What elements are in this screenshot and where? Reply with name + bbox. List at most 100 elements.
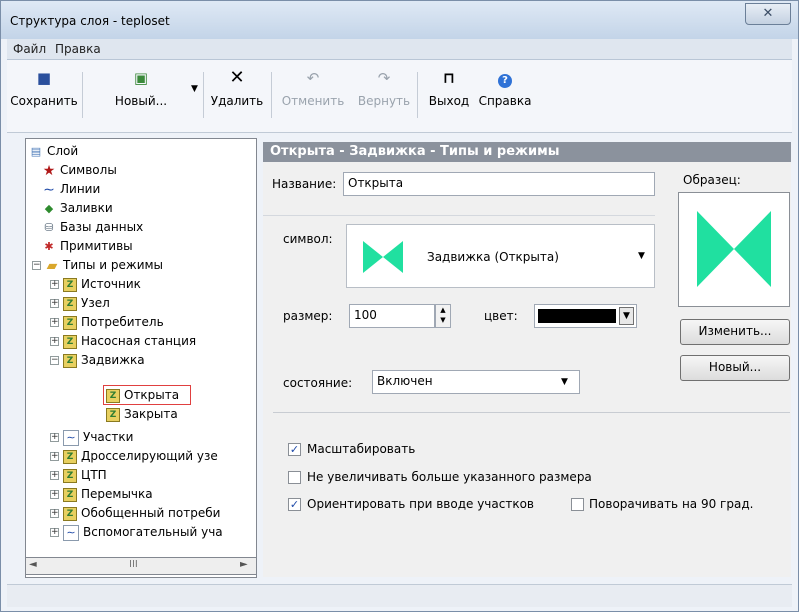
size-label: размер:: [283, 309, 333, 323]
tree-item-auxiliary-section[interactable]: + ∼ Вспомогательный уча: [50, 523, 223, 542]
new-button[interactable]: ▣ Новый... ▼: [85, 68, 198, 108]
valve-symbol-icon: [363, 241, 403, 273]
tree-item-fills[interactable]: ◆ Заливки: [42, 199, 113, 218]
toolbar-separator: [82, 72, 83, 118]
color-picker[interactable]: ▼: [534, 304, 637, 328]
collapse-icon[interactable]: −: [50, 356, 59, 365]
tree-item-layer[interactable]: ▤ Слой: [29, 142, 78, 161]
tree-item-jumper[interactable]: + Z Перемычка: [50, 485, 153, 504]
expand-icon[interactable]: +: [50, 528, 59, 537]
sections-line-icon: ∼: [63, 524, 79, 541]
primitives-icon: ✱: [44, 239, 54, 253]
sample-label: Образец:: [683, 173, 741, 187]
collapse-icon[interactable]: −: [32, 261, 41, 270]
expand-icon[interactable]: +: [50, 490, 59, 499]
tree-item-throttle-node[interactable]: + Z Дросселирующий узе: [50, 447, 218, 466]
undo-button[interactable]: ↶ Отменить: [275, 68, 351, 108]
tree-item-consumer[interactable]: + Z Потребитель: [50, 313, 164, 332]
tree-item-lines[interactable]: ∼ Линии: [42, 180, 100, 199]
state-select[interactable]: Включен ▼: [372, 370, 580, 394]
size-spinner[interactable]: 100: [349, 304, 435, 328]
delete-x-icon: ✕: [229, 67, 245, 88]
exit-door-icon: ⊓: [443, 69, 455, 87]
expand-icon[interactable]: +: [50, 318, 59, 327]
expand-icon[interactable]: +: [50, 299, 59, 308]
symbol-selector[interactable]: Задвижка (Открыта) ▼: [346, 224, 655, 288]
delete-label: Удалить: [210, 94, 264, 108]
tree-item-closed[interactable]: Z Закрыта: [106, 405, 178, 424]
state-label: состояние:: [283, 376, 353, 390]
new-label: Новый...: [114, 94, 168, 108]
type-z-icon: Z: [63, 506, 77, 521]
expand-icon[interactable]: +: [50, 337, 59, 346]
tree-item-databases[interactable]: ⛁ Базы данных: [42, 218, 143, 237]
valve-sample-icon: [697, 211, 771, 287]
scroll-grip[interactable]: III: [129, 559, 138, 570]
new-dropdown-arrow-icon[interactable]: ▼: [191, 84, 198, 94]
exit-label: Выход: [428, 94, 470, 108]
orient-checkbox[interactable]: ✓: [288, 498, 301, 511]
properties-panel: Название: Открыта Образец: символ: Задви…: [263, 162, 791, 577]
expand-icon[interactable]: +: [50, 433, 59, 442]
tree-item-types-modes[interactable]: − ▰ Типы и режимы: [32, 256, 163, 275]
expand-icon[interactable]: +: [50, 471, 59, 480]
name-field[interactable]: Открыта: [343, 172, 655, 196]
delete-button[interactable]: ✕ Удалить: [207, 67, 267, 109]
selection-highlight: [103, 385, 191, 405]
fill-leaf-icon: ◆: [44, 201, 54, 215]
no-enlarge-checkbox[interactable]: [288, 471, 301, 484]
exit-button[interactable]: ⊓ Выход: [419, 68, 479, 108]
chevron-down-icon[interactable]: ▼: [619, 307, 634, 325]
tree-horizontal-scrollbar[interactable]: ◄ III ►: [25, 557, 257, 575]
undo-icon: ↶: [306, 69, 320, 87]
new-sample-button[interactable]: Новый...: [680, 355, 790, 381]
type-z-icon: Z: [63, 487, 77, 502]
divider: [263, 215, 655, 216]
tree-item-symbols[interactable]: ★ Символы: [42, 161, 117, 180]
close-button[interactable]: ✕: [745, 3, 791, 25]
chevron-down-icon[interactable]: ▼: [638, 251, 645, 261]
scroll-left-arrow-icon[interactable]: ◄: [29, 559, 37, 570]
menu-edit[interactable]: Правка: [55, 42, 101, 56]
state-value: Включен: [377, 374, 433, 388]
expand-icon[interactable]: +: [50, 509, 59, 518]
toolbar-separator: [271, 72, 272, 118]
mode-z-icon: Z: [106, 407, 120, 422]
checkmark-icon: ✓: [289, 443, 300, 456]
layer-tree[interactable]: ▤ Слой ★ Символы ∼ Линии ◆ Заливки ⛁ Базы дан…: [25, 138, 257, 578]
divider: [273, 412, 790, 413]
save-button[interactable]: ■ Сохранить: [9, 68, 79, 108]
tree-item-pump-station[interactable]: + Z Насосная станция: [50, 332, 196, 351]
tree-item-primitives[interactable]: ✱ Примитивы: [42, 237, 132, 256]
name-label: Название:: [272, 177, 337, 191]
color-label: цвет:: [484, 309, 518, 323]
scroll-right-arrow-icon[interactable]: ►: [240, 559, 248, 570]
undo-label: Отменить: [281, 94, 345, 108]
scale-checkbox[interactable]: ✓: [288, 443, 301, 456]
expand-icon[interactable]: +: [50, 280, 59, 289]
no-enlarge-label: Не увеличивать больше указанного размера: [307, 470, 592, 484]
menu-file[interactable]: Файл: [13, 42, 46, 56]
tree-item-source[interactable]: + Z Источник: [50, 275, 141, 294]
type-z-icon: Z: [63, 468, 77, 483]
tree-item-node[interactable]: + Z Узел: [50, 294, 110, 313]
orient-label: Ориентировать при вводе участков: [307, 497, 534, 511]
help-button[interactable]: ? Справка: [473, 68, 537, 108]
redo-button[interactable]: ↷ Вернуть: [352, 68, 416, 108]
sample-preview: [678, 192, 790, 307]
change-button[interactable]: Изменить...: [680, 319, 790, 345]
expand-icon[interactable]: +: [50, 452, 59, 461]
chevron-down-icon: ▼: [561, 377, 568, 387]
star-icon: ★: [42, 162, 56, 179]
tree-item-valve[interactable]: − Z Задвижка: [50, 351, 145, 370]
tree-item-ctp[interactable]: + Z ЦТП: [50, 466, 107, 485]
color-swatch: [538, 309, 616, 323]
tree-item-sections[interactable]: + ∼ Участки: [50, 428, 133, 447]
spin-arrows-icon[interactable]: ▲ ▼: [435, 304, 451, 328]
layer-structure-window: Структура слоя - teploset ✕ Файл Правка …: [0, 0, 799, 612]
rotate-label: Поворачивать на 90 град.: [589, 497, 754, 511]
help-icon: ?: [473, 68, 537, 88]
menu-bar: Файл Правка: [7, 39, 792, 60]
tree-item-generalized-consumer[interactable]: + Z Обобщенный потреби: [50, 504, 220, 523]
rotate-checkbox[interactable]: [571, 498, 584, 511]
